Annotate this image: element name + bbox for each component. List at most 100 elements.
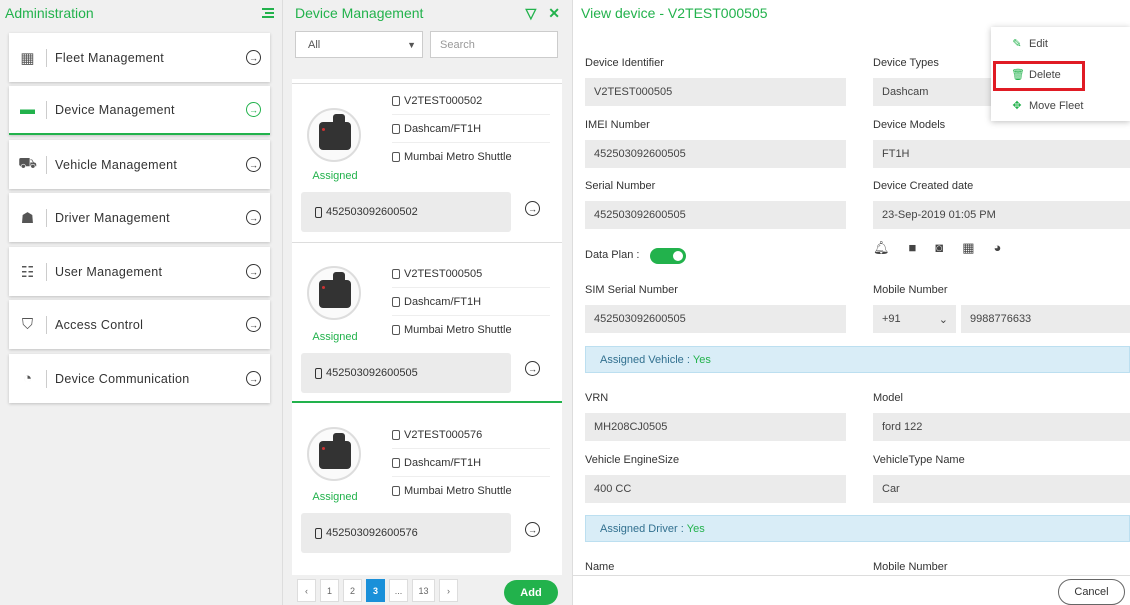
- page-1[interactable]: 1: [320, 579, 339, 602]
- arrow-right-icon[interactable]: →: [246, 102, 261, 117]
- arrow-right-icon[interactable]: →: [246, 157, 261, 172]
- admin-title: Administration: [5, 5, 94, 21]
- imei-box: 452503092600505: [301, 353, 511, 393]
- device-card[interactable]: Assigned V2TEST000576 Dashcam/FT1H Mumba…: [292, 405, 562, 565]
- pagination: ‹ 1 2 3 ... 13 ›: [297, 579, 458, 602]
- status-filter-select[interactable]: All ▼: [295, 31, 423, 58]
- mobile-number-label: Mobile Number: [873, 284, 948, 296]
- assigned-driver-value: Yes: [686, 522, 705, 535]
- assigned-vehicle-value: Yes: [692, 353, 711, 366]
- data-plan-label: Data Plan :: [585, 249, 640, 261]
- arrow-right-icon[interactable]: →: [525, 201, 540, 216]
- page-prev[interactable]: ‹: [297, 579, 316, 602]
- filter-icon[interactable]: ▽: [525, 5, 536, 22]
- menu-fleet-management[interactable]: ▦ Fleet Management →: [9, 33, 270, 82]
- device-fleet: Mumbai Metro Shuttle: [404, 151, 512, 163]
- menu-label: Device Communication: [55, 371, 190, 386]
- menu-label: Access Control: [55, 317, 144, 332]
- add-device-button[interactable]: Add: [504, 580, 558, 605]
- driver-name-label: Name: [585, 561, 615, 573]
- device-icon: ▬: [20, 101, 35, 118]
- engine-size-label: Vehicle EngineSize: [585, 454, 680, 466]
- country-code-select[interactable]: +91 ⌄: [873, 305, 956, 333]
- mobile-number-field: 9988776633: [961, 305, 1130, 333]
- page-next[interactable]: ›: [439, 579, 458, 602]
- arrow-right-icon[interactable]: →: [246, 264, 261, 279]
- search-input[interactable]: [430, 31, 558, 58]
- imei-field: 452503092600505: [585, 140, 846, 168]
- menu-item-move-fleet[interactable]: ✥ Move Fleet: [1011, 99, 1084, 113]
- device-id: V2TEST000502: [404, 94, 483, 107]
- fleet-icon: [392, 486, 400, 496]
- phone-icon: [315, 367, 322, 379]
- arrow-right-icon[interactable]: →: [246, 371, 261, 386]
- menu-driver-management[interactable]: ☗ Driver Management →: [9, 193, 270, 242]
- driver-mobile-label: Mobile Number: [873, 561, 948, 573]
- arrow-right-icon[interactable]: →: [246, 210, 261, 225]
- phone-icon: [315, 206, 322, 218]
- camera-icon[interactable]: ◙: [935, 240, 943, 256]
- data-plan-toggle[interactable]: [650, 248, 686, 264]
- users-icon: ☷: [20, 263, 35, 281]
- admin-header: Administration: [0, 0, 282, 26]
- view-footer: [573, 575, 1130, 605]
- device-identifier-label: Device Identifier: [585, 57, 664, 69]
- menu-vehicle-management[interactable]: ⛟ Vehicle Management →: [9, 140, 270, 189]
- edit-label: Edit: [1029, 37, 1048, 50]
- page-13[interactable]: 13: [412, 579, 435, 602]
- arrow-right-icon[interactable]: →: [246, 317, 261, 332]
- menu-user-management[interactable]: ☷ User Management →: [9, 247, 270, 296]
- edit-icon: ✎: [1012, 38, 1022, 50]
- menu-label: User Management: [55, 264, 163, 279]
- device-list-header: Device Management ▽ ✕: [283, 0, 572, 26]
- country-code-value: +91: [882, 313, 901, 325]
- device-model: Dashcam/FT1H: [404, 122, 482, 135]
- page-2[interactable]: 2: [343, 579, 362, 602]
- vrn-field: MH208CJ0505: [585, 413, 846, 441]
- cancel-button[interactable]: Cancel: [1058, 579, 1125, 605]
- move-fleet-label: Move Fleet: [1029, 99, 1084, 112]
- bell-icon[interactable]: 🔔︎: [873, 240, 890, 256]
- video-camera-icon[interactable]: ■: [909, 240, 917, 256]
- pie-chart-icon[interactable]: ◕: [994, 240, 1002, 256]
- device-imei: 452503092600505: [326, 367, 418, 379]
- menu-device-communication[interactable]: ◔ Device Communication →: [9, 354, 270, 403]
- device-identifier-field: V2TEST000505: [585, 78, 846, 106]
- device-model-icon: [392, 123, 400, 134]
- sim-serial-field: 452503092600505: [585, 305, 846, 333]
- menu-access-control[interactable]: ⛉ Access Control →: [9, 300, 270, 349]
- dashcam-thumbnail: [307, 427, 361, 481]
- model-label: Model: [873, 392, 903, 404]
- dashcam-thumbnail: [307, 266, 361, 320]
- caret-down-icon: ▼: [407, 39, 416, 50]
- collapse-menu-icon[interactable]: [262, 8, 274, 18]
- vrn-label: VRN: [585, 392, 609, 404]
- arrow-right-icon[interactable]: →: [246, 50, 261, 65]
- device-models-field: FT1H: [873, 140, 1130, 168]
- device-fleet: Mumbai Metro Shuttle: [404, 485, 512, 497]
- dashcam-thumbnail: [307, 108, 361, 162]
- vehicle-type-field: Car: [873, 475, 1130, 503]
- arrow-right-icon[interactable]: →: [525, 361, 540, 376]
- imei-box: 452503092600576: [301, 513, 511, 553]
- device-model: Dashcam/FT1H: [404, 456, 482, 469]
- building-car-icon: ▦: [20, 49, 35, 67]
- imei-label: IMEI Number: [585, 119, 650, 131]
- device-id: V2TEST000576: [404, 428, 483, 441]
- device-imei: 452503092600576: [326, 527, 418, 539]
- page-ellipsis[interactable]: ...: [389, 579, 408, 602]
- device-action-icons: 🔔︎ ■ ◙ ▦ ◕: [873, 240, 1001, 256]
- status-filter-value: All: [308, 38, 321, 51]
- page-3[interactable]: 3: [366, 579, 385, 602]
- table-icon[interactable]: ▦: [962, 240, 974, 256]
- move-icon: ✥: [1012, 100, 1022, 112]
- menu-item-edit[interactable]: ✎ Edit: [1011, 37, 1048, 51]
- delete-highlight-box: [993, 61, 1085, 91]
- arrow-right-icon[interactable]: →: [525, 522, 540, 537]
- device-card-selected[interactable]: Assigned V2TEST000505 Dashcam/FT1H Mumba…: [292, 243, 562, 403]
- assigned-vehicle-band: Assigned Vehicle : Yes: [585, 346, 1130, 373]
- menu-device-management[interactable]: ▬ Device Management →: [9, 86, 270, 135]
- device-card[interactable]: Assigned V2TEST000502 Dashcam/FT1H Mumba…: [292, 84, 562, 244]
- menu-label: Driver Management: [55, 210, 170, 225]
- close-icon[interactable]: ✕: [548, 5, 560, 22]
